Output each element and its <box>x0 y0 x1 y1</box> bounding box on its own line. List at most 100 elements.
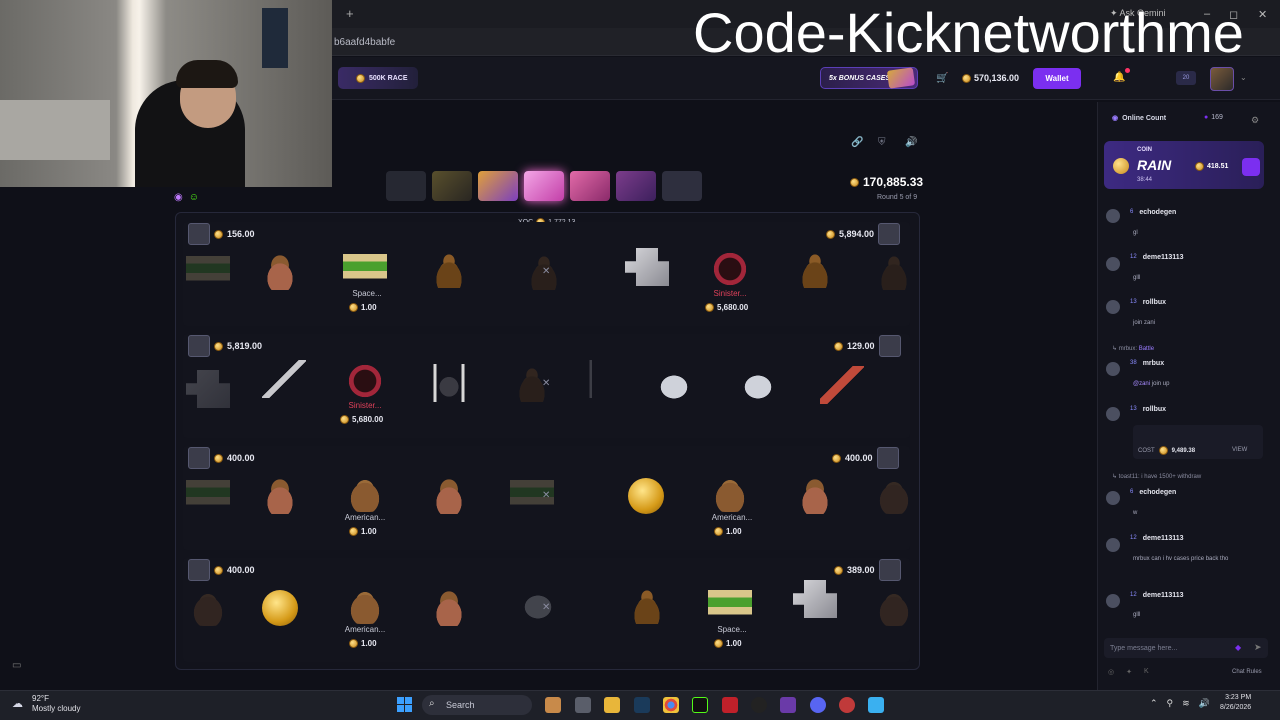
round-indicator: Round 5 of 9 <box>877 194 918 201</box>
volume-icon[interactable]: 🔊 <box>905 137 917 148</box>
avatar <box>1106 407 1120 421</box>
username[interactable]: mrbux <box>1143 360 1164 367</box>
stream-watermark: Code-Kicknetworthme <box>693 1 1244 64</box>
item-value: 1.00 <box>349 527 377 536</box>
item-value: 1.00 <box>714 639 742 648</box>
online-count-label: ◉ Online Count <box>1112 114 1167 123</box>
user-avatar[interactable] <box>1210 67 1234 91</box>
terminal-icon[interactable] <box>692 697 708 713</box>
item-name: American... <box>711 513 753 522</box>
shield-icon[interactable]: ⛨ <box>878 137 886 148</box>
player-right: 5,894.00 <box>826 223 901 245</box>
chevron-down-icon[interactable]: ⌄ <box>1240 73 1247 82</box>
item-image <box>872 588 916 626</box>
chat-toggle-icon[interactable]: ▭ <box>12 660 21 671</box>
username[interactable]: echodegen <box>1139 489 1176 496</box>
case-image <box>478 171 518 201</box>
taskbar-clock[interactable]: 3:23 PM 8/26/2026 <box>1220 693 1251 713</box>
online-count: ● 169 <box>1204 114 1223 121</box>
item-name: American... <box>344 513 386 522</box>
chat-message-header: 12 deme113113 <box>1130 535 1184 542</box>
item-image <box>186 476 230 514</box>
send-icon[interactable]: ➤ <box>1254 642 1262 653</box>
wallet-button[interactable]: Wallet <box>1033 68 1081 89</box>
app-icon[interactable] <box>722 697 738 713</box>
coin-icon <box>214 229 223 239</box>
url-text[interactable]: b6aafd4babfe <box>334 37 395 48</box>
race-banner[interactable]: 500K RACE <box>338 67 418 89</box>
item-image <box>343 586 387 624</box>
notepad-icon[interactable] <box>868 697 884 713</box>
item-image <box>427 364 471 402</box>
user-level: 12 <box>1130 592 1137 598</box>
new-tab-button[interactable]: + <box>346 6 354 21</box>
chat-message-header: 13 rollbux <box>1130 299 1166 306</box>
coin-icon <box>714 527 723 536</box>
case-image <box>570 171 610 201</box>
discord-icon[interactable]: ◎ <box>1108 668 1114 676</box>
close-icon: ✕ <box>542 602 551 613</box>
coin-icon <box>356 73 365 83</box>
item-image <box>736 368 780 406</box>
rain-coin-icon <box>1113 158 1129 174</box>
chat-message-header: 38 mrbux <box>1130 360 1164 367</box>
item-value: 1.00 <box>349 639 377 648</box>
rain-join-button[interactable] <box>1242 158 1260 176</box>
username[interactable]: rollbux <box>1143 406 1166 413</box>
player-left: 5,819.00 <box>188 335 262 357</box>
chat-message-header: 12 deme113113 <box>1130 254 1184 261</box>
coin-icon <box>834 565 843 575</box>
file-explorer-icon[interactable] <box>604 697 620 713</box>
close-icon: ✕ <box>542 378 551 389</box>
cart-icon[interactable]: 🛒 <box>936 73 948 84</box>
username[interactable]: deme113113 <box>1143 254 1184 261</box>
kick-icon[interactable]: K <box>1144 668 1149 676</box>
username[interactable]: echodegen <box>1139 209 1176 216</box>
coin-icon <box>826 229 835 239</box>
app-icon[interactable] <box>751 697 767 713</box>
settings-icon[interactable]: ⚙ <box>1251 115 1259 126</box>
avatar <box>1106 209 1120 223</box>
chat-rules-link[interactable]: Chat Rules <box>1232 669 1262 675</box>
link-icon[interactable]: 🔗 <box>851 137 863 148</box>
webcam-overlay <box>0 0 332 187</box>
twitter-icon[interactable]: ✦ <box>1126 668 1132 676</box>
username[interactable]: deme113113 <box>1143 535 1184 542</box>
system-tray[interactable]: ⌃ ⚲ ≋ 🔊 <box>1150 698 1210 709</box>
username[interactable]: deme113113 <box>1143 592 1184 599</box>
player-avatar <box>876 447 899 469</box>
coin-icon <box>349 527 358 536</box>
notification-bell-icon[interactable]: 🔔 <box>1113 72 1125 83</box>
chat-message-text: glll <box>1133 275 1141 281</box>
username[interactable]: rollbux <box>1143 299 1166 306</box>
app-icon[interactable] <box>839 697 855 713</box>
rain-title: RAIN <box>1137 157 1172 173</box>
chat-input[interactable]: Type message here... <box>1104 638 1268 658</box>
avatar <box>1106 362 1120 376</box>
item-image <box>793 476 837 514</box>
windows-start-icon[interactable] <box>397 697 412 712</box>
steam-icon[interactable] <box>634 697 650 713</box>
chat-message-header: 6 echodegen <box>1130 489 1176 496</box>
reply-context: ↳ mrbux: Battle <box>1112 346 1155 352</box>
chrome-icon[interactable] <box>663 697 679 713</box>
widget-icon[interactable] <box>545 697 561 713</box>
player-left: 156.00 <box>188 223 255 245</box>
weather-widget[interactable]: 92°F Mostly cloudy <box>32 694 80 714</box>
chevron-up-icon[interactable]: ⌃ <box>1150 698 1158 709</box>
app-icon[interactable] <box>780 697 796 713</box>
user-level: 12 <box>1130 535 1137 541</box>
item-name: Space... <box>352 289 382 298</box>
social-links: ◎ ✦ K <box>1108 668 1149 676</box>
view-battle-link[interactable]: VIEW <box>1232 447 1247 453</box>
discord-icon[interactable] <box>810 697 826 713</box>
task-view-icon[interactable] <box>575 697 591 713</box>
emoji-icon[interactable]: ◆ <box>1235 643 1241 652</box>
user-level: 6 <box>1130 209 1134 215</box>
close-icon[interactable]: ✕ <box>1258 8 1267 21</box>
kick-icon: ◉ <box>174 192 183 203</box>
player-avatar <box>188 223 210 245</box>
taskbar-search[interactable]: Search <box>422 695 532 715</box>
chat-message-text: join zani <box>1133 320 1156 326</box>
item-name: Sinister... <box>348 401 382 410</box>
